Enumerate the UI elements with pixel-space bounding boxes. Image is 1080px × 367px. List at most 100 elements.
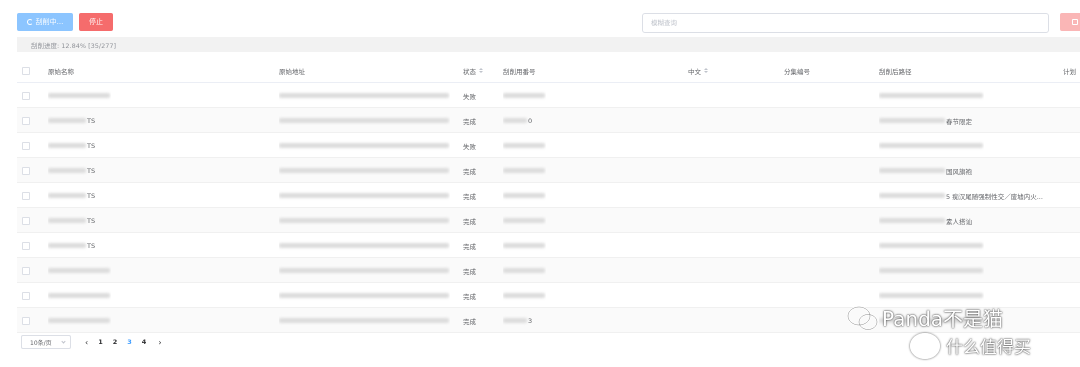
redacted-text <box>879 93 983 98</box>
redacted-text <box>503 168 545 173</box>
table-header: 原始名称 原始地址 状态 刮削用番号 中文 分集编号 刮削后路径 计划 <box>17 58 1080 83</box>
redacted-text <box>279 268 449 273</box>
table-row[interactable]: TS 完成 0 春节限定 <box>17 108 1080 133</box>
redacted-text <box>279 193 449 198</box>
results-table: 原始名称 原始地址 状态 刮削用番号 中文 分集编号 刮削后路径 计划 失败 TS… <box>17 58 1080 333</box>
watermark-site: 什么值得买 <box>946 338 1031 358</box>
cell-code <box>503 183 546 208</box>
page-3[interactable]: 3 <box>127 338 132 346</box>
cell-status: 完成 <box>463 167 476 176</box>
scrape-button-label: 刮削中... <box>35 18 64 26</box>
redacted-text <box>879 218 945 223</box>
cell-url <box>279 108 450 133</box>
table-row[interactable]: TS 完成 国风旗袍 <box>17 158 1080 183</box>
scrape-button[interactable]: 刮削中... <box>17 13 73 31</box>
redacted-text <box>879 143 983 148</box>
table-row[interactable]: 完成 <box>17 258 1080 283</box>
cell-name: TS <box>48 158 95 183</box>
redacted-text <box>503 193 545 198</box>
row-checkbox[interactable] <box>22 167 30 175</box>
cell-path: 国风旗袍 <box>879 158 972 183</box>
redacted-text <box>879 243 983 248</box>
cell-path: 5 痴汉尾随强制性交／废墟内火... <box>879 183 1043 208</box>
redacted-text <box>279 118 449 123</box>
cell-path <box>879 258 984 283</box>
redacted-text <box>279 218 449 223</box>
redacted-text <box>879 168 945 173</box>
cell-status: 完成 <box>463 317 476 326</box>
cell-status: 失败 <box>463 92 476 101</box>
header-episode: 分集编号 <box>784 67 810 76</box>
cell-url <box>279 308 450 333</box>
row-checkbox[interactable] <box>22 117 30 125</box>
watermark: Panda不是猫 什么值得买 <box>846 303 1080 367</box>
redacted-text <box>879 193 945 198</box>
delete-button[interactable] <box>1060 13 1080 31</box>
redacted-text <box>503 218 545 223</box>
table-row[interactable]: TS 失败 <box>17 133 1080 158</box>
watermark-author: Panda不是猫 <box>882 307 1004 331</box>
cell-status: 完成 <box>463 292 476 301</box>
cell-name <box>48 83 111 108</box>
cell-code: 3 <box>503 308 532 333</box>
cell-code <box>503 283 546 308</box>
cell-path <box>879 133 984 158</box>
cell-url <box>279 283 450 308</box>
stop-button[interactable]: 停止 <box>79 13 113 31</box>
header-status[interactable]: 状态 <box>463 58 483 83</box>
trash-icon <box>1072 19 1078 25</box>
redacted-text <box>48 243 86 248</box>
cell-name <box>48 308 111 333</box>
table-row[interactable]: 失败 <box>17 83 1080 108</box>
prev-page-button[interactable]: ‹ <box>85 338 88 347</box>
sort-icon[interactable] <box>479 68 483 73</box>
cell-path <box>879 233 984 258</box>
row-checkbox[interactable] <box>22 142 30 150</box>
table-row[interactable]: TS 完成 素人搭讪 <box>17 208 1080 233</box>
page-4[interactable]: 4 <box>142 338 147 346</box>
row-checkbox[interactable] <box>22 92 30 100</box>
progress-text: 刮削进度: 12.84% [35/277] <box>31 41 117 50</box>
cell-url <box>279 83 450 108</box>
cell-status: 完成 <box>463 217 476 226</box>
page-size-select[interactable]: 10条/页 <box>21 335 71 349</box>
cell-code <box>503 158 546 183</box>
row-checkbox[interactable] <box>22 242 30 250</box>
row-checkbox[interactable] <box>22 192 30 200</box>
search-input[interactable] <box>642 13 1049 33</box>
redacted-text <box>48 318 110 323</box>
cell-code <box>503 133 546 158</box>
redacted-text <box>503 243 545 248</box>
cell-code <box>503 233 546 258</box>
toolbar: 刮削中... 停止 <box>0 0 1080 36</box>
redacted-text <box>503 93 545 98</box>
table-row[interactable]: TS 完成 <box>17 233 1080 258</box>
cell-code <box>503 258 546 283</box>
header-plan: 计划 <box>1063 67 1076 76</box>
row-checkbox[interactable] <box>22 317 30 325</box>
cell-url <box>279 158 450 183</box>
cell-status: 完成 <box>463 267 476 276</box>
cell-code <box>503 83 546 108</box>
row-checkbox[interactable] <box>22 267 30 275</box>
redacted-text <box>503 268 545 273</box>
page-1[interactable]: 1 <box>98 338 103 346</box>
row-checkbox[interactable] <box>22 217 30 225</box>
redacted-text <box>503 118 527 123</box>
next-page-button[interactable]: › <box>158 338 161 347</box>
cell-url <box>279 233 450 258</box>
header-name: 原始名称 <box>48 67 74 76</box>
cell-status: 失败 <box>463 142 476 151</box>
table-row[interactable]: TS 完成 5 痴汉尾随强制性交／废墟内火... <box>17 183 1080 208</box>
header-chinese[interactable]: 中文 <box>688 58 708 83</box>
redacted-text <box>279 168 449 173</box>
redacted-text <box>279 243 449 248</box>
smzdm-logo-icon <box>910 333 940 359</box>
page-2[interactable]: 2 <box>113 338 118 346</box>
sort-icon[interactable] <box>704 68 708 73</box>
select-all-checkbox[interactable] <box>22 67 30 75</box>
redacted-text <box>48 93 110 98</box>
row-checkbox[interactable] <box>22 292 30 300</box>
redacted-text <box>879 118 945 123</box>
cell-name: TS <box>48 208 95 233</box>
